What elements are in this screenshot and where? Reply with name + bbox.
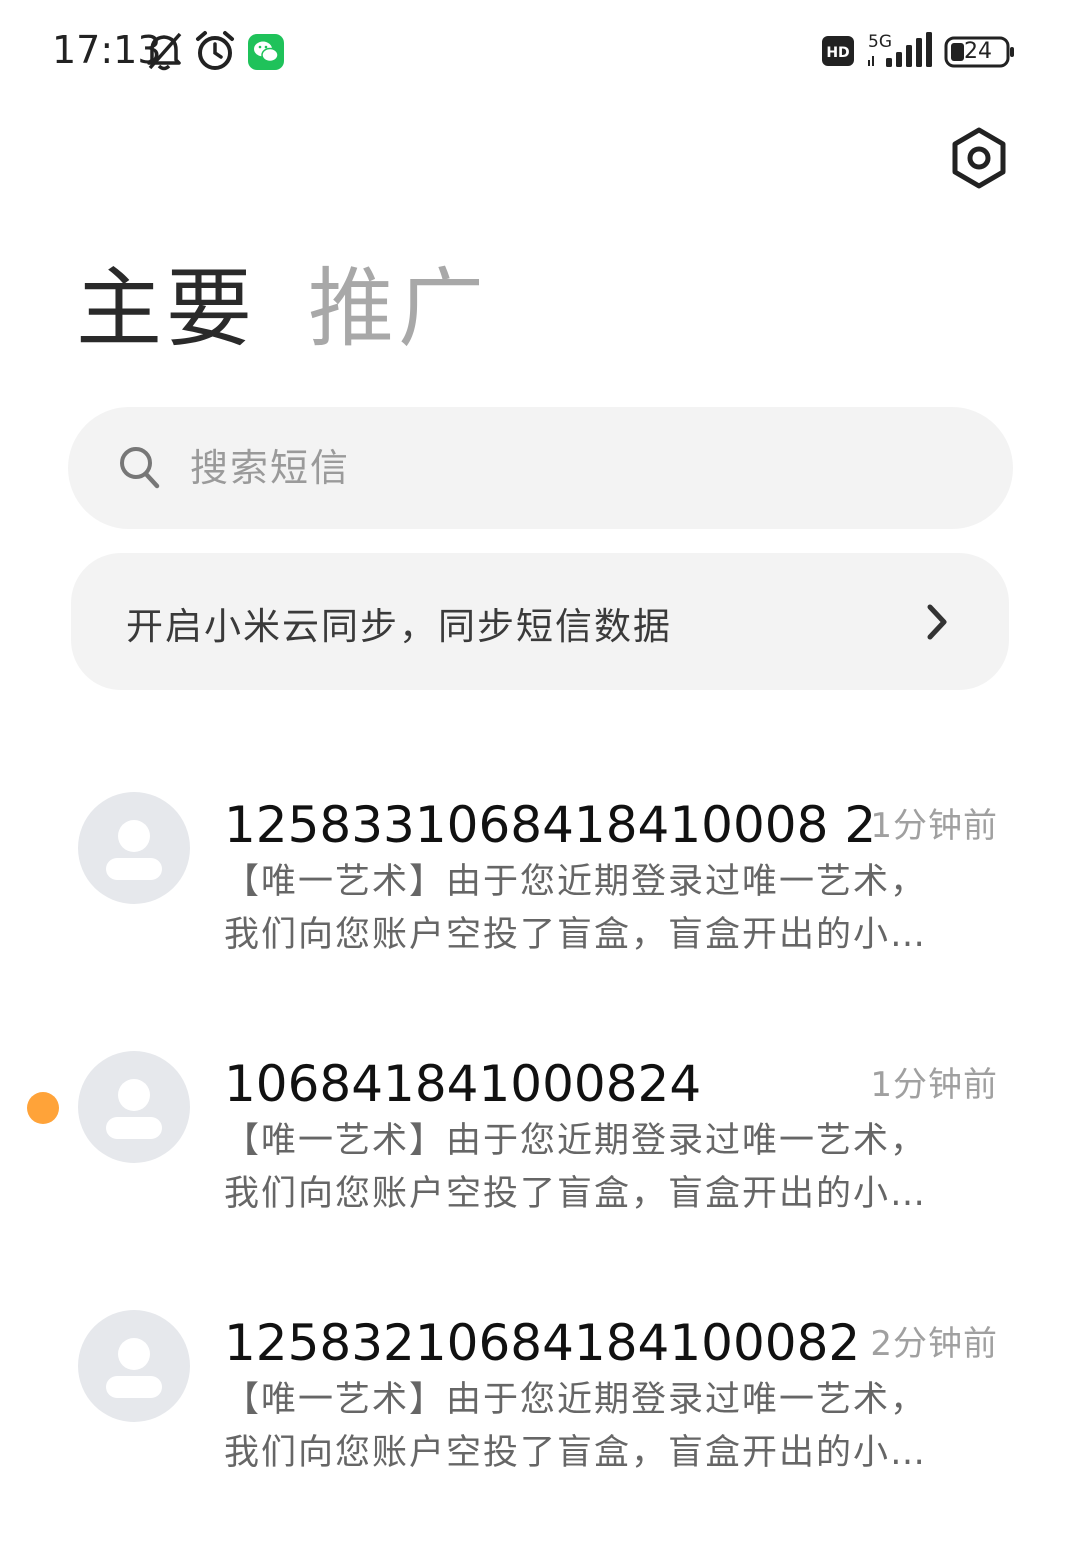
message-preview: 【唯一艺术】由于您近期登录过唯一艺术， 我们向您账户空投了盲盒，盲盒开出的小… [224, 1115, 974, 1221]
message-time: 2分钟前 [870, 1324, 998, 1364]
avatar-head [118, 820, 150, 852]
message-time: 1分钟前 [870, 1065, 998, 1105]
conversation-item[interactable]: 12583210684184100082 2分钟前 【唯一艺术】由于您近期登录过… [0, 1298, 1080, 1518]
preview-line: 我们向您账户空投了盲盒，盲盒开出的小… [224, 915, 928, 955]
cloud-sync-text: 开启小米云同步，同步短信数据 [126, 605, 672, 648]
avatar-head [118, 1079, 150, 1111]
avatar [78, 1310, 190, 1422]
avatar-body [106, 1117, 162, 1139]
hd-icon: HD [822, 36, 854, 66]
signal-5g-icon: 5G [868, 32, 932, 67]
sender-number: 12583210684184100082 [224, 1314, 861, 1372]
conversation-item[interactable]: 1258331068418410008 2 1分钟前 【唯一艺术】由于您近期登录… [0, 780, 1080, 1000]
messages-screen: 17:13 HD 5G 24 主要 推广 搜索短信 开启小米云同步，同步短信数据… [0, 0, 1080, 1557]
alarm-icon [196, 31, 234, 70]
search-icon [120, 447, 160, 489]
avatar [78, 792, 190, 904]
status-bar: 17:13 HD 5G 24 [0, 0, 1080, 100]
avatar [78, 1051, 190, 1163]
chevron-right-icon [927, 604, 947, 640]
tab-promotions[interactable]: 推广 [308, 254, 488, 364]
preview-line: 我们向您账户空投了盲盒，盲盒开出的小… [224, 1174, 928, 1214]
avatar-body [106, 858, 162, 880]
preview-line: 我们向您账户空投了盲盒，盲盒开出的小… [224, 1433, 928, 1473]
sender-number: 106841841000824 [224, 1055, 702, 1113]
tab-bar: 主要 推广 [76, 254, 488, 364]
tab-primary[interactable]: 主要 [76, 254, 256, 364]
preview-line: 【唯一艺术】由于您近期登录过唯一艺术， [224, 1380, 928, 1420]
settings-hexagon-icon[interactable] [948, 126, 1010, 190]
battery-level: 24 [964, 39, 992, 64]
wechat-icon [248, 34, 284, 70]
unread-dot [27, 1092, 59, 1124]
sender-number: 1258331068418410008 2 [224, 796, 877, 854]
avatar-body [106, 1376, 162, 1398]
network-label: 5G [868, 32, 892, 52]
search-input[interactable] [190, 430, 890, 506]
message-preview: 【唯一艺术】由于您近期登录过唯一艺术， 我们向您账户空投了盲盒，盲盒开出的小… [224, 856, 974, 962]
message-time: 1分钟前 [870, 806, 998, 846]
preview-line: 【唯一艺术】由于您近期登录过唯一艺术， [224, 1121, 928, 1161]
avatar-head [118, 1338, 150, 1370]
message-preview: 【唯一艺术】由于您近期登录过唯一艺术， 我们向您账户空投了盲盒，盲盒开出的小… [224, 1374, 974, 1480]
bell-mute-icon [147, 32, 182, 71]
conversation-item[interactable]: 106841841000824 1分钟前 【唯一艺术】由于您近期登录过唯一艺术，… [0, 1039, 1080, 1259]
hd-label: HD [826, 45, 849, 61]
preview-line: 【唯一艺术】由于您近期登录过唯一艺术， [224, 862, 928, 902]
